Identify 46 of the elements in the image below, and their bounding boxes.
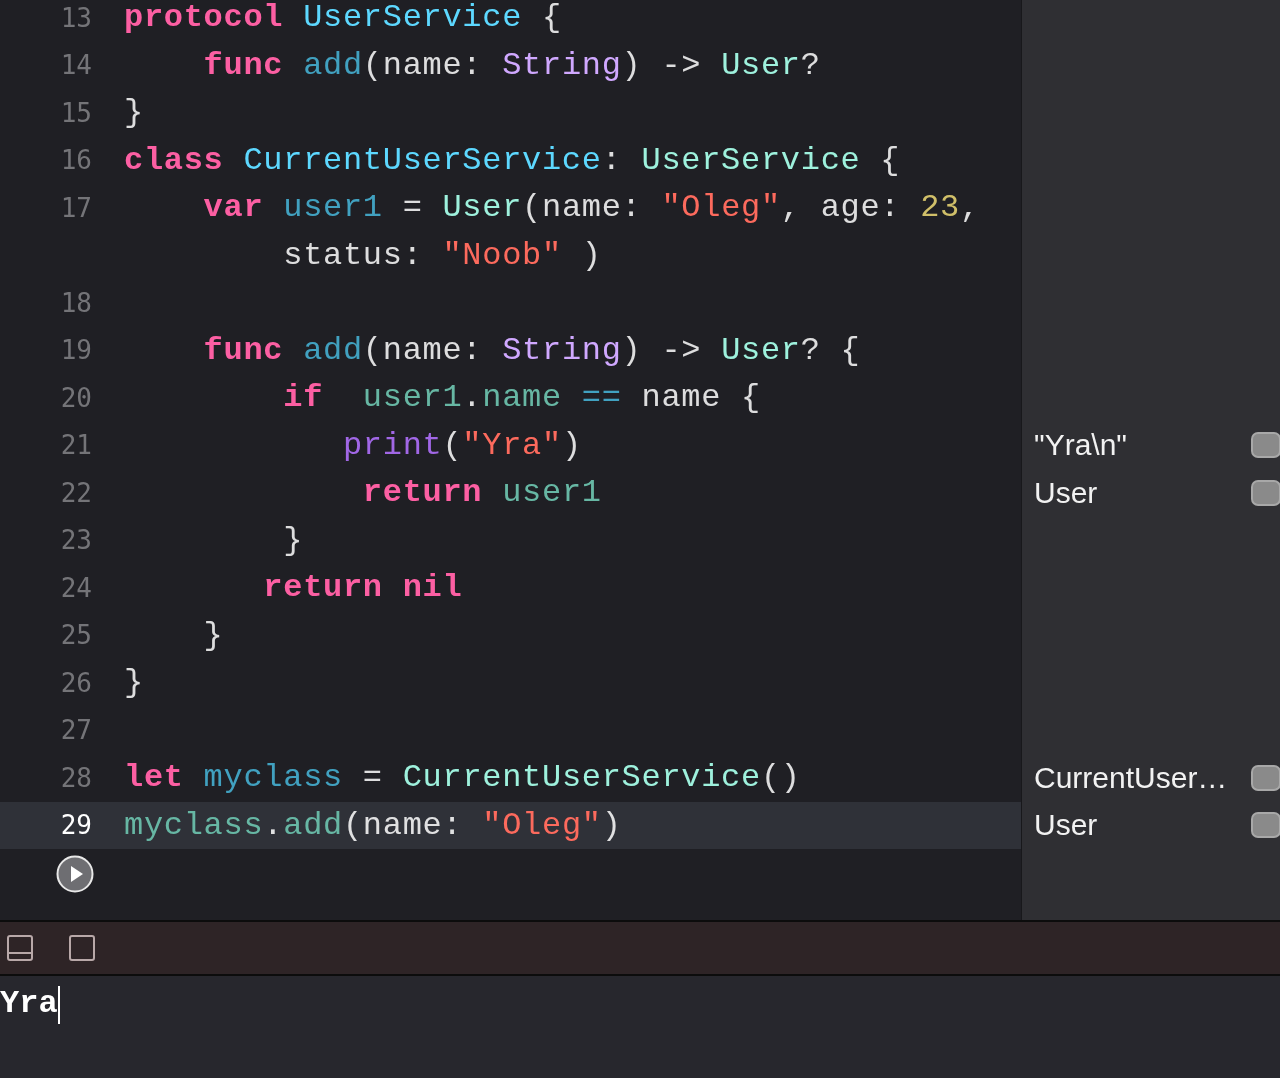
code-line: protocol UserService { — [124, 0, 562, 37]
result-value: User — [1034, 475, 1098, 510]
line-number: 14 — [60, 50, 92, 81]
line-number: 27 — [60, 715, 92, 746]
line-number: 20 — [60, 382, 92, 413]
code-line: func add(name: String) -> User? { — [202, 331, 861, 369]
line-number: 19 — [60, 335, 92, 366]
play-icon[interactable] — [56, 855, 94, 893]
code-line: print("Yra") — [341, 426, 582, 464]
code-line: var user1 = User(name: "Oleg", age: 23, — [202, 189, 980, 227]
panel-bottom-icon[interactable] — [7, 935, 33, 961]
result-value: User — [1034, 808, 1098, 843]
line-number: 29 — [60, 810, 92, 841]
result-view-button[interactable] — [1251, 812, 1280, 839]
line-number: 23 — [60, 525, 92, 556]
line-number: 16 — [60, 145, 92, 176]
code-line: } — [282, 521, 304, 559]
code-line: class CurrentUserService: UserService { — [124, 141, 901, 179]
line-number: 25 — [60, 620, 92, 651]
text-cursor — [57, 986, 60, 1024]
result-value: CurrentUser… — [1034, 760, 1228, 795]
code-line: myclass.add(name: "Oleg") — [124, 806, 622, 844]
code-line: } — [202, 616, 224, 654]
result-view-button[interactable] — [1251, 432, 1280, 459]
line-number: 13 — [60, 2, 92, 33]
code-line: } — [124, 94, 144, 132]
line-number: 22 — [60, 477, 92, 508]
console-output: Yra — [0, 986, 58, 1022]
code-line: } — [124, 664, 144, 702]
line-number: 21 — [60, 430, 92, 461]
line-number: 15 — [60, 97, 92, 128]
line-number: 24 — [60, 572, 92, 603]
code-line: status: "Noob" ) — [282, 236, 602, 274]
line-number: 26 — [60, 667, 92, 698]
line-number: 18 — [60, 287, 92, 318]
result-view-button[interactable] — [1251, 764, 1280, 791]
code-line: let myclass = CurrentUserService() — [124, 759, 801, 797]
square-icon[interactable] — [69, 935, 95, 961]
result-view-button[interactable] — [1251, 479, 1280, 506]
code-line: return nil — [262, 569, 463, 607]
code-line: if user1.name == name { — [282, 379, 761, 417]
code-line: func add(name: String) -> User? — [202, 46, 821, 84]
line-number: 28 — [60, 762, 92, 793]
result-value: "Yra\n" — [1034, 428, 1127, 463]
line-number: 17 — [60, 192, 92, 223]
code-line: return user1 — [361, 474, 602, 512]
